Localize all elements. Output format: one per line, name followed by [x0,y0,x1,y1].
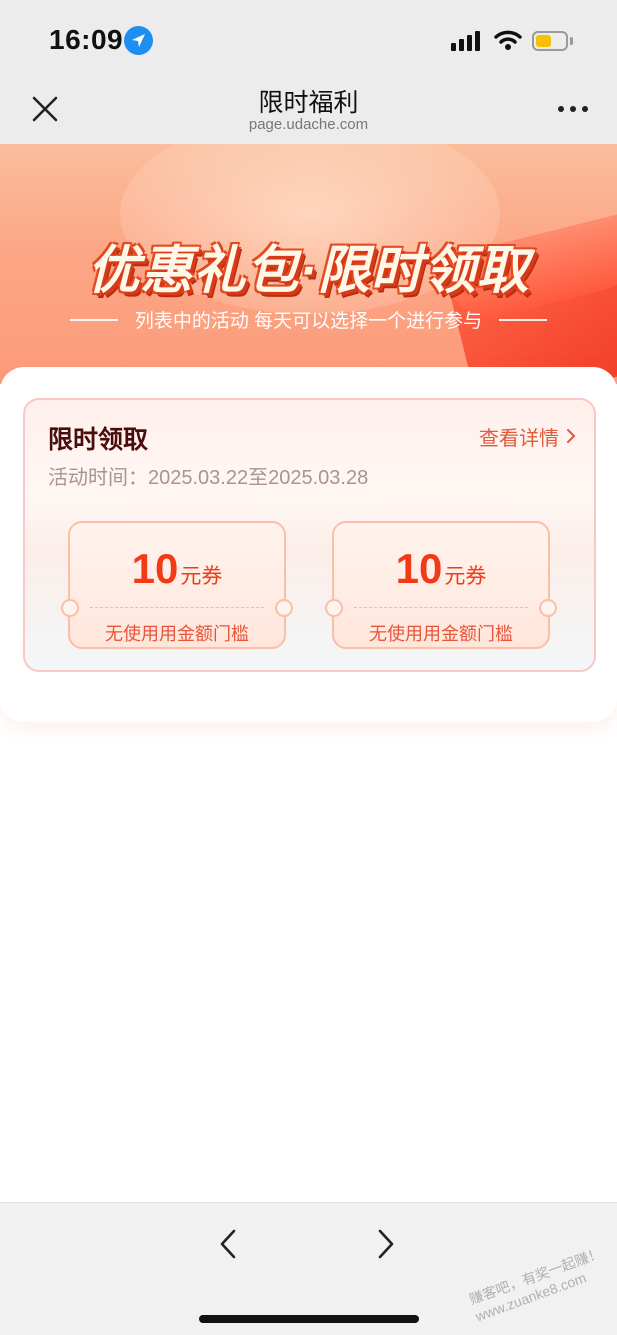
status-time: 16:09 [49,24,124,55]
coupon-card[interactable]: 10元券 无使用用金额门槛 [61,521,293,649]
forward-arrow-icon[interactable] [376,1228,396,1260]
promo-banner: 优惠礼包·限时领取 列表中的活动 每天可以选择一个进行参与 [0,144,617,384]
divider-line-left [70,318,119,321]
coupon-divider [90,607,264,608]
coupon-divider [354,607,528,608]
content-card: 限时领取 查看详情 活动时间：2025.03.22至2025.03.28 10元… [0,367,617,722]
coupon-condition: 无使用用金额门槛 [105,624,249,644]
battery-icon [532,31,568,51]
divider-line-right [498,318,547,321]
home-indicator[interactable] [199,1315,419,1323]
activity-time: 活动时间：2025.03.22至2025.03.28 [48,467,369,489]
promo-title: 限时领取 [48,426,149,454]
page-url: page.udache.com [248,116,369,133]
coupon-value: 10元券 [70,545,284,593]
navigation-bar: 限时福利 page.udache.com [0,80,617,144]
banner-subtitle: 列表中的活动 每天可以选择一个进行参与 [134,311,483,332]
promo-activity-card: 限时领取 查看详情 活动时间：2025.03.22至2025.03.28 10元… [23,398,596,672]
back-arrow-icon[interactable] [218,1228,238,1260]
banner-subtitle-row: 列表中的活动 每天可以选择一个进行参与 [0,306,617,333]
view-details-link[interactable]: 查看详情 [479,422,559,451]
more-options-icon[interactable] [558,106,588,114]
banner-title: 优惠礼包·限时领取 [87,242,530,300]
coupon-amount: 10 [131,545,179,592]
chevron-right-icon[interactable] [566,428,576,444]
coupon-amount: 10 [395,545,443,592]
cellular-signal-icon [451,31,483,51]
coupon-card[interactable]: 10元券 无使用用金额门槛 [325,521,557,649]
coupon-notch-left [325,599,343,617]
coupon-unit: 元券 [444,565,487,588]
wifi-icon [494,30,522,50]
coupon-value: 10元券 [334,545,548,593]
battery-cap [570,37,573,45]
location-arrow-icon [124,26,153,55]
coupon-notch-left [61,599,79,617]
coupon-condition: 无使用用金额门槛 [369,624,513,644]
coupon-notch-right [275,599,293,617]
coupon-notch-right [539,599,557,617]
page-title: 限时福利 [258,89,359,117]
coupon-unit: 元券 [180,565,223,588]
status-bar: 16:09 [0,0,617,80]
